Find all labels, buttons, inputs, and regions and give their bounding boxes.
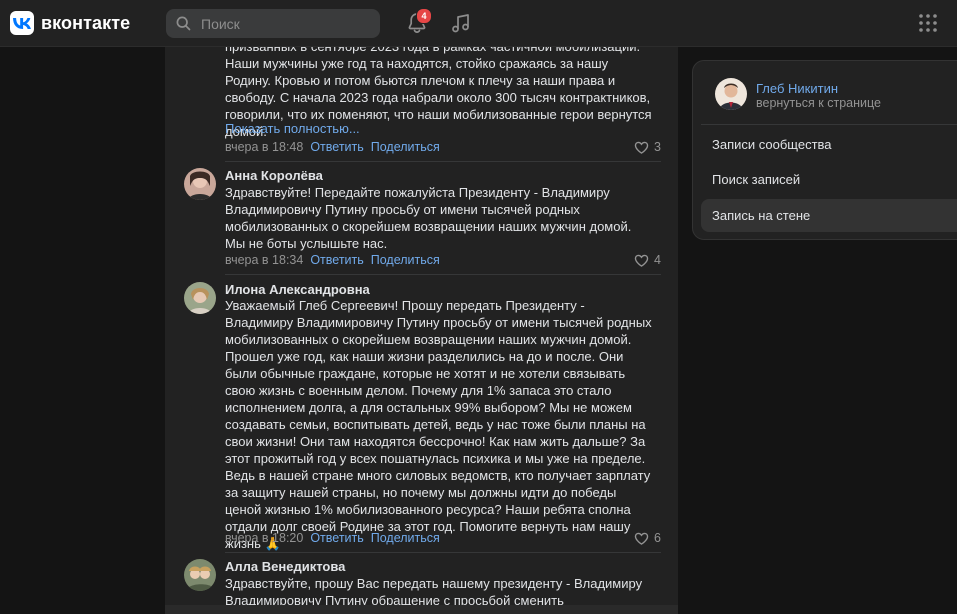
heart-icon bbox=[634, 141, 649, 154]
profile-avatar[interactable] bbox=[715, 78, 747, 110]
share-button[interactable]: Поделиться bbox=[371, 140, 440, 154]
divider bbox=[701, 124, 957, 125]
like-button[interactable]: 4 bbox=[634, 253, 661, 267]
share-button[interactable]: Поделиться bbox=[371, 531, 440, 545]
vk-logo-icon bbox=[10, 11, 34, 35]
comment-meta: вчера в 18:34 Ответить Поделиться 4 bbox=[225, 253, 661, 269]
share-button[interactable]: Поделиться bbox=[371, 253, 440, 267]
heart-icon bbox=[634, 254, 649, 267]
top-bar: вконтакте 4 bbox=[0, 0, 957, 47]
like-count: 6 bbox=[654, 531, 661, 545]
menu-item-wall-post[interactable]: Запись на стене bbox=[701, 199, 957, 232]
comment-meta: вчера в 18:48 Ответить Поделиться 3 bbox=[225, 140, 661, 156]
comment-author[interactable]: Илона Александровна bbox=[225, 282, 370, 297]
heart-icon bbox=[634, 532, 649, 545]
like-button[interactable]: 6 bbox=[634, 531, 661, 545]
show-more-link[interactable]: Показать полностью... bbox=[225, 121, 360, 136]
divider bbox=[225, 161, 661, 162]
scrollbar[interactable] bbox=[165, 605, 678, 614]
reply-button[interactable]: Ответить bbox=[310, 253, 363, 267]
avatar[interactable] bbox=[184, 559, 216, 591]
like-count: 3 bbox=[654, 140, 661, 154]
reply-button[interactable]: Ответить bbox=[310, 531, 363, 545]
comment-author[interactable]: Алла Венедиктова bbox=[225, 559, 345, 574]
search-box[interactable] bbox=[166, 9, 380, 38]
apps-grid-icon[interactable] bbox=[918, 13, 938, 33]
comment-author[interactable]: Анна Королёва bbox=[225, 168, 323, 183]
avatar[interactable] bbox=[184, 168, 216, 200]
vk-logo-text: вконтакте bbox=[41, 12, 131, 33]
divider bbox=[225, 552, 661, 553]
search-input[interactable] bbox=[199, 14, 363, 33]
avatar[interactable] bbox=[184, 282, 216, 314]
comment-text: Уважаемый Глеб Сергеевич! Прошу передать… bbox=[225, 298, 652, 551]
divider bbox=[225, 274, 661, 275]
like-count: 4 bbox=[654, 253, 661, 267]
comment-text: Здравствуйте! Передайте пожалуйста Прези… bbox=[225, 185, 632, 251]
side-panel: Глеб Никитин вернуться к странице Записи… bbox=[692, 60, 957, 240]
comment-time[interactable]: вчера в 18:48 bbox=[225, 140, 303, 154]
comment-time[interactable]: вчера в 18:34 bbox=[225, 253, 303, 267]
vk-logo[interactable]: вконтакте bbox=[10, 11, 130, 35]
comments-feed: призванных в сентябре 2023 года в рамках… bbox=[165, 47, 678, 614]
back-to-page-link[interactable]: вернуться к странице bbox=[756, 96, 881, 110]
reply-button[interactable]: Ответить bbox=[310, 140, 363, 154]
comment-meta: вчера в 18:20 Ответить Поделиться 6 bbox=[225, 531, 661, 547]
comment-time[interactable]: вчера в 18:20 bbox=[225, 531, 303, 545]
menu-item-community-posts[interactable]: Записи сообщества bbox=[701, 128, 957, 161]
like-button[interactable]: 3 bbox=[634, 140, 661, 154]
music-icon[interactable] bbox=[450, 12, 472, 34]
search-icon bbox=[176, 16, 191, 31]
notification-badge: 4 bbox=[416, 8, 432, 24]
profile-name-link[interactable]: Глеб Никитин bbox=[756, 81, 838, 96]
menu-item-search-posts[interactable]: Поиск записей bbox=[701, 163, 957, 196]
